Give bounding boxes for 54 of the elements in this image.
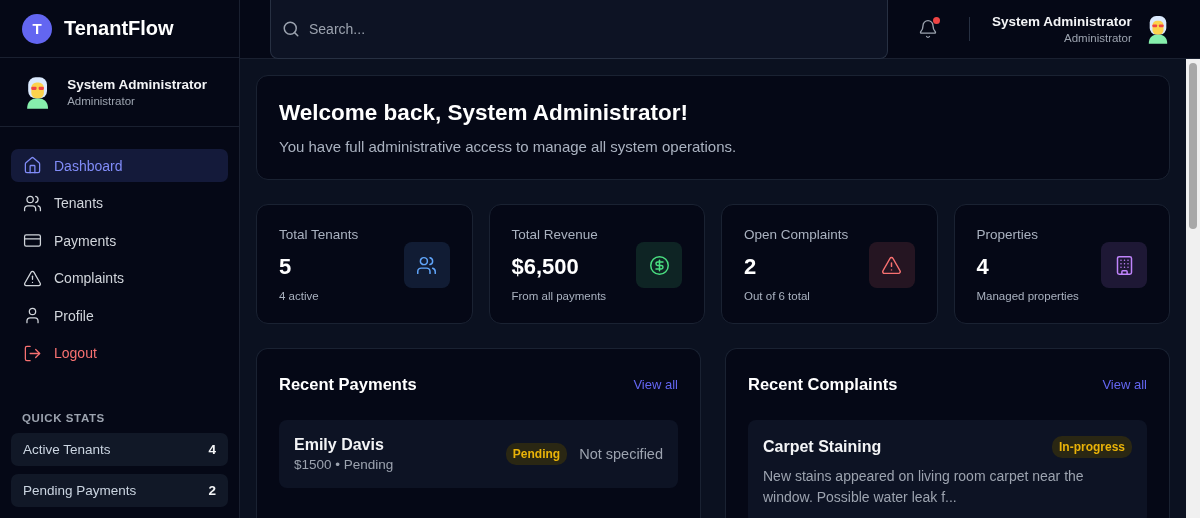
search-field[interactable]: Search...	[270, 0, 888, 59]
stat-note: Out of 6 total	[744, 290, 811, 302]
welcome-title: Welcome back, System Administrator!	[279, 100, 689, 126]
stat-label: Pending Payments	[23, 482, 137, 498]
warning-icon	[23, 268, 42, 288]
payment-item[interactable]: Emily Davis $1500 • Pending Pending Not specified	[279, 420, 678, 488]
status-badge: Pending	[505, 443, 568, 465]
nav-item[interactable]: Payments	[11, 224, 228, 257]
logout-link[interactable]: Logout	[11, 336, 228, 370]
payment-method: Not specified	[579, 446, 663, 462]
stat-value: 4	[976, 254, 990, 280]
nav-item[interactable]: Profile	[11, 299, 228, 332]
section-title: QUICK STATS	[22, 411, 106, 424]
nav-item[interactable]: Complaints	[11, 261, 228, 295]
notification-button[interactable]	[918, 19, 938, 39]
stat-label: Properties	[976, 227, 1040, 242]
payment-detail: $1500 • Pending	[294, 457, 394, 472]
complaint-text: New stains appeared on living room carpet near the window. Possible water leak f...	[763, 467, 1085, 507]
panel-title: Recent Complaints	[748, 375, 898, 394]
stat-value: 2	[208, 482, 216, 498]
complaint-title: Carpet Staining	[763, 438, 882, 456]
stat-value: 2	[744, 254, 758, 280]
view-all-link[interactable]: View all	[633, 377, 678, 392]
stat-value: 4	[208, 441, 216, 457]
logout-icon	[23, 343, 42, 363]
view-all-link[interactable]: View all	[1102, 377, 1147, 392]
tenant-name: Emily Davis	[294, 436, 384, 454]
status-badge: In-progress	[1052, 436, 1132, 458]
user-role: Administrator	[1064, 32, 1132, 44]
stat-value: 5	[279, 254, 293, 280]
stat-label: Total Tenants	[279, 227, 359, 242]
nav-item[interactable]: Tenants	[11, 186, 228, 220]
users-icon	[23, 193, 42, 213]
search-icon	[282, 19, 300, 38]
stat-label: Total Revenue	[511, 227, 599, 242]
stat-note: 4 active	[279, 290, 320, 302]
complaint-item[interactable]: Carpet Staining In-progress New stains appeared on living room carpet near the window. Possible water leak f...	[748, 420, 1147, 518]
person-icon	[23, 306, 42, 325]
stat-note: Managed properties	[976, 290, 1079, 302]
card-icon	[23, 231, 42, 250]
panel-title: Recent Payments	[279, 375, 417, 394]
scrollbar[interactable]	[1186, 59, 1200, 518]
nav-item[interactable]: Dashboard	[11, 149, 228, 182]
stat-label: Active Tenants	[23, 441, 111, 457]
user-name: System Administrator	[992, 14, 1132, 29]
stat-note: From all payments	[511, 290, 607, 302]
home-icon	[23, 156, 42, 175]
user-name: System Administrator	[67, 77, 207, 92]
user-role: Administrator	[67, 95, 135, 107]
brand-name: TenantFlow	[64, 17, 174, 40]
stat-value: $6,500	[511, 254, 580, 280]
stat-label: Open Complaints	[744, 227, 849, 242]
welcome-text: You have full administrative access to manage all system operations.	[279, 138, 738, 155]
logo: T	[22, 13, 52, 44]
